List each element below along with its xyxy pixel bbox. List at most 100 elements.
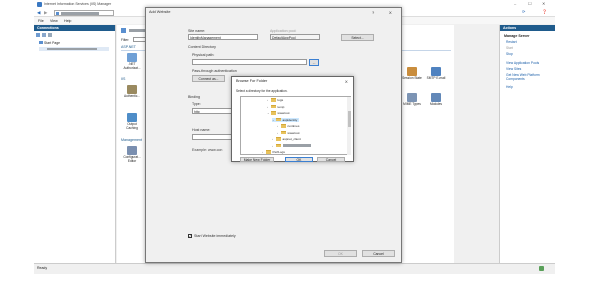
select-app-pool-button[interactable]: Select... — [341, 34, 374, 41]
connections-panel: Connections Start Page — [34, 25, 116, 263]
browse-for-folder-dialog: Browse For Folder X Select a directory f… — [231, 76, 354, 162]
folder-tree[interactable]: › logs › temp ⌄ wwwroot ⌄ aspidentity › runti… — [240, 96, 351, 155]
refresh-icon[interactable]: ⟳ — [522, 9, 525, 14]
tree-node[interactable]: › PerfLogs — [262, 150, 285, 154]
browse-ok-button[interactable]: OK — [285, 157, 313, 162]
network-status-icon — [539, 266, 544, 271]
node-label: aspidentity — [282, 117, 298, 122]
chevron-right-icon: › — [272, 137, 273, 141]
action-view-sites[interactable]: View Sites — [506, 67, 521, 71]
modules-icon — [431, 93, 441, 102]
forward-icon[interactable]: ▶ — [44, 10, 47, 16]
tree-node[interactable]: › — [272, 144, 311, 148]
chevron-right-icon: › — [267, 104, 268, 109]
tree-server-node[interactable] — [39, 47, 109, 51]
action-help[interactable]: Help — [506, 85, 513, 89]
host-name-input[interactable] — [192, 134, 232, 140]
browse-instruction: Select a directory for the application. — [236, 89, 288, 93]
address-path[interactable] — [54, 9, 114, 16]
connect-icon[interactable] — [36, 33, 40, 37]
tree-node[interactable]: › runtimes — [277, 124, 299, 128]
output-caching-icon — [127, 113, 137, 122]
start-immediately-checkbox[interactable]: ✓ — [188, 234, 192, 238]
dialog-title: Add Website — [149, 10, 171, 14]
tree-node-selected[interactable]: ⌄ aspidentity — [272, 117, 300, 122]
filter-label: Filter: — [121, 38, 130, 42]
content-directory-label: Content Directory — [188, 45, 216, 49]
feature-label: SMTP E-mail — [426, 76, 446, 80]
tree-node[interactable]: › aspnet_client — [272, 137, 301, 141]
feature-label: .NET Authorizat... — [123, 62, 141, 70]
app-pool-input[interactable]: DefaultAppPool — [270, 34, 320, 40]
mime-types-icon — [407, 93, 417, 102]
node-label: logs — [277, 98, 284, 102]
action-restart[interactable]: Restart — [506, 40, 517, 44]
binding-label: Binding — [188, 95, 200, 99]
feature-smtp-email[interactable]: SMTP E-mail — [425, 67, 447, 80]
help-icon[interactable]: ❓ — [542, 9, 547, 14]
browse-close-icon[interactable]: X — [345, 79, 348, 84]
server-node-redacted — [47, 48, 97, 51]
menu-help[interactable]: Help — [64, 19, 71, 23]
scrollbar-thumb[interactable] — [347, 111, 351, 127]
manage-server-title: Manage Server — [504, 34, 530, 38]
group-management: Management — [121, 138, 142, 142]
ok-button[interactable]: OK — [324, 250, 357, 257]
close-icon[interactable]: ✕ — [542, 1, 545, 6]
make-new-folder-button[interactable]: Make New Folder — [240, 157, 274, 162]
feature-mime-types[interactable]: MIME Types — [401, 93, 423, 106]
node-redacted — [282, 144, 311, 147]
action-stop[interactable]: Stop — [506, 52, 513, 56]
folder-icon — [266, 150, 271, 154]
host-name-label: Host name: — [192, 128, 211, 132]
chevron-right-icon: › — [277, 124, 278, 128]
feature-authentication[interactable]: Authentic... — [123, 85, 141, 98]
action-web-platform[interactable]: Get New Web Platform Components — [506, 73, 554, 81]
chevron-down-icon: ⌄ — [272, 117, 275, 122]
tree-node[interactable]: › logs — [267, 98, 283, 102]
type-select[interactable]: http — [192, 108, 232, 114]
browse-cancel-button[interactable]: Cancel — [317, 157, 345, 162]
chevron-right-icon: › — [262, 150, 263, 154]
net-authorization-icon — [127, 53, 137, 62]
folder-icon — [271, 104, 276, 109]
tree-start-page[interactable]: Start Page — [39, 41, 60, 45]
menu-view[interactable]: View — [50, 19, 58, 23]
dialog-help-icon[interactable]: ? — [372, 10, 374, 15]
tree-scrollbar[interactable] — [347, 97, 351, 155]
start-page-icon — [39, 41, 43, 44]
menu-file[interactable]: File — [38, 19, 44, 23]
tree-node[interactable]: › temp — [267, 105, 284, 109]
action-start[interactable]: Start — [506, 46, 513, 50]
status-text: Ready — [37, 266, 48, 270]
window-title: Internet Information Services (IIS) Mana… — [44, 2, 112, 6]
address-redacted — [61, 12, 99, 15]
feature-label: MIME Types — [403, 102, 421, 106]
tree-node[interactable]: ⌄ wwwroot — [267, 111, 290, 115]
feature-config-editor[interactable]: Configurat... Editor — [123, 146, 141, 163]
connect-as-button[interactable]: Connect as... — [192, 75, 225, 82]
folder-icon — [271, 98, 276, 102]
session-state-icon — [407, 67, 417, 76]
maximize-icon[interactable]: ☐ — [528, 1, 532, 6]
start-immediately-label: Start Website immediately — [194, 234, 236, 238]
cancel-button[interactable]: Cancel — [362, 250, 395, 257]
chevron-down-icon: ⌄ — [267, 111, 270, 115]
save-icon[interactable] — [42, 33, 46, 37]
feature-output-caching[interactable]: Output Caching — [123, 113, 141, 130]
minimize-icon[interactable]: – — [514, 1, 516, 6]
up-icon[interactable] — [48, 33, 52, 37]
feature-session-state[interactable]: Session State — [401, 67, 423, 80]
server-home-icon — [121, 28, 126, 33]
browse-path-button[interactable]: ... — [309, 59, 319, 66]
action-view-app-pools[interactable]: View Application Pools — [506, 61, 539, 65]
feature-modules[interactable]: Modules — [425, 93, 447, 106]
feature-net-authorization[interactable]: .NET Authorizat... — [123, 53, 141, 70]
site-name-label: Site name: — [188, 29, 206, 33]
chevron-right-icon: › — [272, 143, 273, 148]
tree-node[interactable]: › wwwroot — [277, 131, 300, 135]
physical-path-input[interactable] — [192, 59, 307, 65]
dialog-close-icon[interactable]: X — [389, 10, 392, 15]
site-name-input[interactable]: IdentityManagement — [188, 34, 258, 40]
back-icon[interactable]: ◀ — [37, 10, 40, 16]
